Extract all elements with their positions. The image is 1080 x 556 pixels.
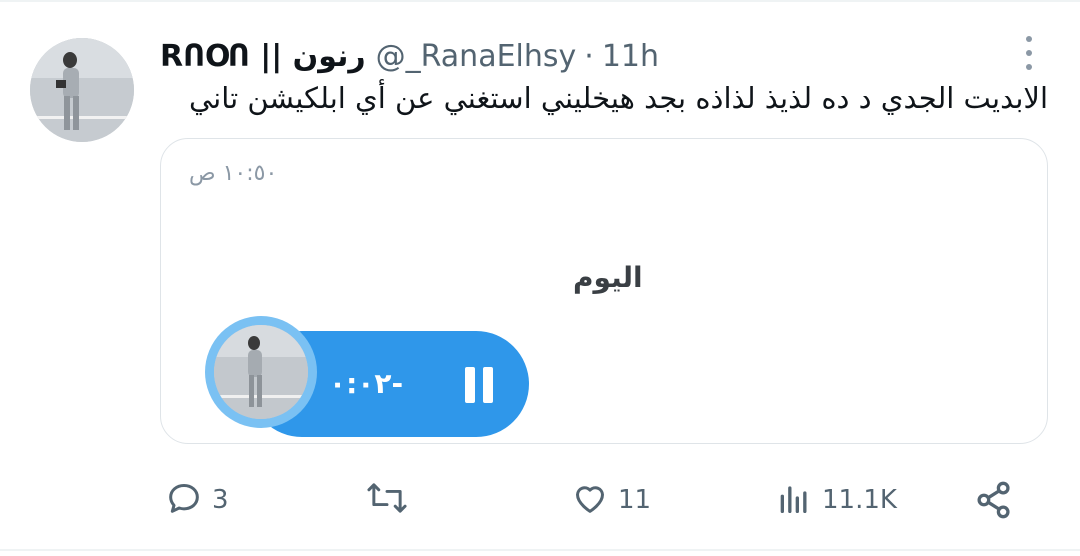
author-avatar[interactable] (30, 38, 134, 142)
display-name[interactable]: RՈՕՈ || رنون (160, 39, 366, 74)
media-card[interactable]: ١٠:٥٠ ص اليوم -٠:٠٢ (160, 138, 1048, 444)
views-icon (774, 478, 814, 522)
action-bar: 3 11 11.1K (0, 470, 1080, 530)
day-label: اليوم (573, 261, 643, 294)
pause-icon[interactable] (461, 367, 497, 403)
user-handle[interactable]: @_RanaElhsy (376, 39, 577, 74)
share-icon (972, 478, 1016, 526)
reply-button[interactable]: 3 (164, 478, 229, 522)
tweet-text: الابديت الجدي د ده لذيذ لذاذه بجد هيخلين… (189, 81, 1048, 115)
tweet-time[interactable]: 11h (602, 39, 659, 74)
share-button[interactable] (972, 478, 1016, 526)
views-button[interactable]: 11.1K (774, 478, 897, 522)
card-time: ١٠:٥٠ ص (189, 161, 278, 186)
separator-dot: · (584, 38, 594, 74)
tweet-header: RՈՕՈ || رنون @_RanaElhsy · 11h (160, 36, 659, 76)
more-icon[interactable] (1014, 36, 1044, 70)
retweet-button[interactable] (364, 478, 410, 522)
heart-icon (570, 478, 610, 522)
like-button[interactable]: 11 (570, 478, 651, 522)
top-divider (0, 0, 1080, 2)
view-count: 11.1K (822, 485, 897, 515)
voice-avatar (214, 325, 308, 419)
bottom-divider (0, 549, 1080, 551)
reply-icon (164, 478, 204, 522)
retweet-icon (364, 478, 410, 522)
voice-duration: -٠:٠٢ (329, 367, 404, 400)
like-count: 11 (618, 485, 652, 515)
reply-count: 3 (212, 485, 229, 515)
